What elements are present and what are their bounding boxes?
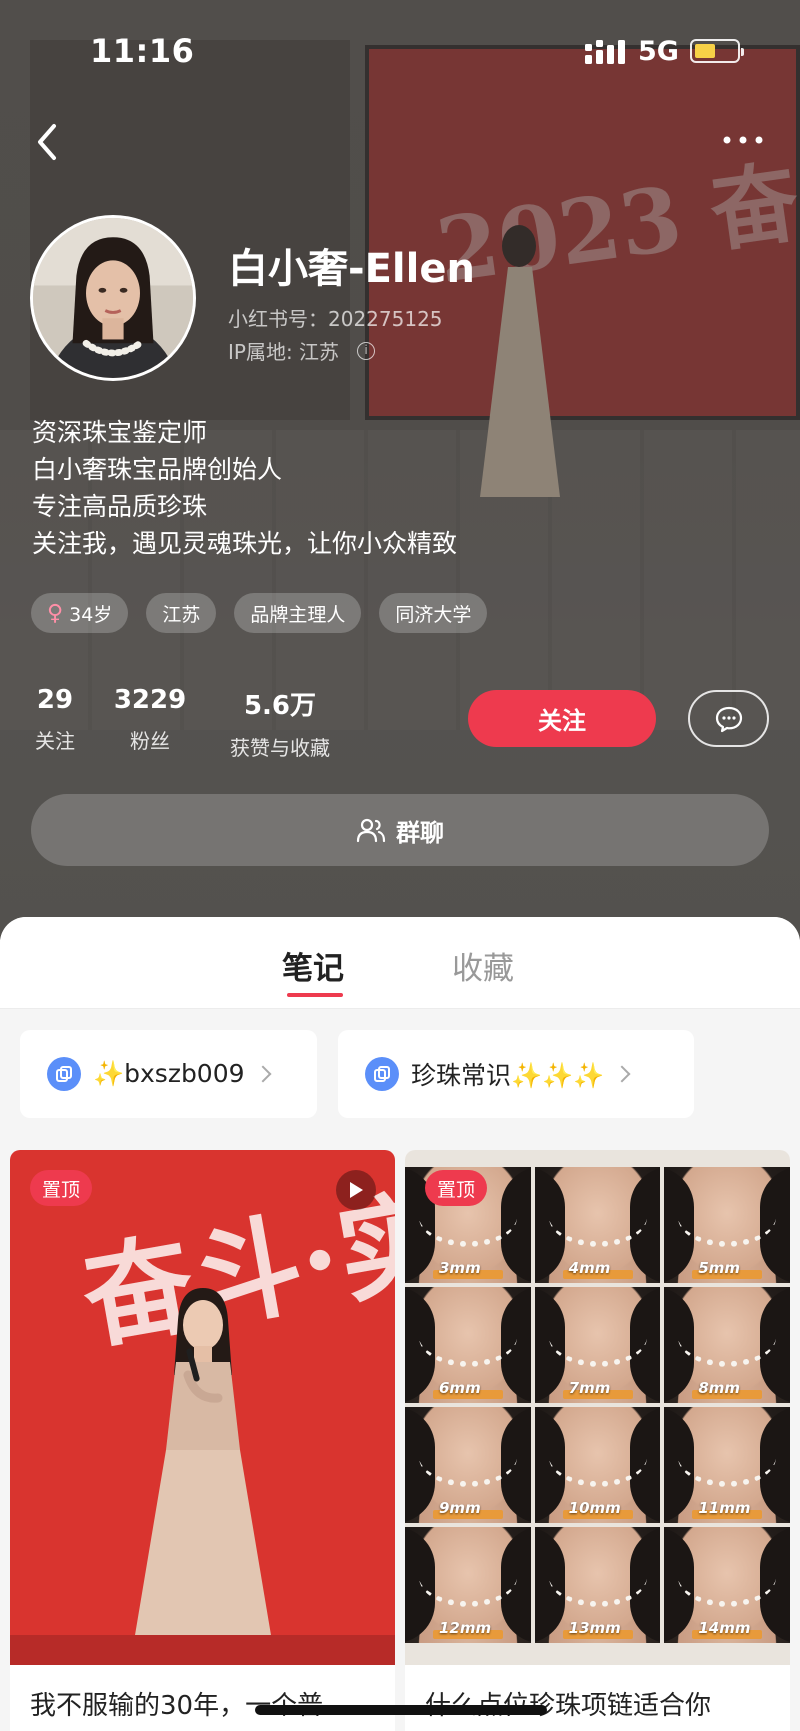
pearl-size-label: 10mm <box>568 1499 621 1517</box>
tab-notes[interactable]: 笔记 <box>282 943 344 988</box>
tab-collections[interactable]: 收藏 <box>452 943 514 988</box>
pearl-cell: 9mm <box>405 1407 531 1523</box>
pearl-cell: 5mm <box>664 1167 790 1283</box>
collection-label: ✨bxszb009 <box>93 1059 245 1088</box>
pearl-cell: 10mm <box>534 1407 661 1523</box>
note-card[interactable]: 3mm 4mm 5mm 6mm 7mm 8mm 9mm 10mm 11mm 12… <box>405 1150 790 1731</box>
back-arrow-icon[interactable] <box>28 118 68 166</box>
pearl-size-label: 8mm <box>698 1379 741 1397</box>
collection-icon <box>365 1057 399 1091</box>
home-indicator[interactable] <box>255 1705 547 1715</box>
profile-header: 2023 奋斗 11:16 5G 白小奢-Ellen 小红书号：20227512… <box>0 0 800 940</box>
chevron-right-icon <box>613 1065 631 1083</box>
tag-label: 品牌主理人 <box>250 603 346 626</box>
bio-line: 专注高品质珍珠 <box>32 492 208 521</box>
collection-item[interactable]: 珍珠常识✨✨✨ <box>338 1030 694 1118</box>
pinned-badge: 置顶 <box>425 1170 488 1206</box>
pearl-cell: 6mm <box>405 1287 531 1403</box>
collection-item[interactable]: ✨bxszb009 <box>20 1030 317 1118</box>
pearl-size-label: 12mm <box>439 1619 492 1637</box>
tag-label: 同济大学 <box>395 603 472 626</box>
status-bar: 11:16 5G <box>0 0 800 100</box>
pearl-size-label: 11mm <box>698 1499 751 1517</box>
pearl-size-label: 5mm <box>698 1259 741 1277</box>
bio-line: 关注我，遇见灵魂珠光，让你小众精致 <box>32 529 458 558</box>
signal-icon <box>585 40 625 64</box>
pearl-size-label: 14mm <box>698 1619 751 1637</box>
pearl-size-label: 6mm <box>439 1379 481 1397</box>
pearl-cell: 11mm <box>664 1407 790 1523</box>
stat-likes[interactable]: 5.6万 获赞与收藏 <box>222 685 338 761</box>
network-type: 5G <box>638 36 679 67</box>
collection-label: 珍珠常识✨✨✨ <box>411 1061 605 1090</box>
message-button[interactable] <box>688 690 769 747</box>
note-cover-image: 奋斗·实 <box>10 1150 395 1665</box>
info-icon[interactable]: i <box>357 341 376 360</box>
status-time: 11:16 <box>90 32 195 70</box>
avatar[interactable] <box>30 215 196 381</box>
tag-school: 同济大学 <box>379 593 488 633</box>
stat-followers[interactable]: 3229 粉丝 <box>108 685 192 761</box>
tab-bar: 笔记 收藏 <box>0 917 800 1009</box>
stat-label: 关注 <box>35 729 75 753</box>
profile-stats: 29 关注 3229 粉丝 5.6万 获赞与收藏 <box>30 685 338 761</box>
stat-following[interactable]: 29 关注 <box>30 685 80 761</box>
stat-label: 获赞与收藏 <box>230 736 330 760</box>
content-sheet: 笔记 收藏 ✨bxszb009 珍珠常识✨✨✨ 奋斗·实 置顶 我不服输的30年… <box>0 917 800 1731</box>
bio: 资深珠宝鉴定师 白小奢珠宝品牌创始人 专注高品质珍珠 关注我，遇见灵魂珠光，让你… <box>32 414 457 562</box>
speaker-photo <box>130 1288 276 1665</box>
note-title: 我不服输的30年，一个普 <box>30 1691 324 1721</box>
ip-location-text: IP属地: 江苏 <box>228 340 340 364</box>
pearl-cell: 12mm <box>405 1527 531 1643</box>
tag-age: ♀ 34岁 <box>31 593 129 633</box>
tag-label: 34岁 <box>69 603 113 626</box>
pearl-size-label: 3mm <box>439 1259 481 1277</box>
tag-location: 江苏 <box>146 593 217 633</box>
more-icon[interactable] <box>720 125 766 155</box>
pearl-cell: 8mm <box>664 1287 790 1403</box>
stat-value: 5.6万 <box>243 691 317 721</box>
bio-line: 资深珠宝鉴定师 <box>32 418 208 447</box>
pearl-cell: 13mm <box>534 1527 661 1643</box>
chevron-right-icon <box>254 1065 272 1083</box>
group-icon <box>356 818 386 843</box>
stat-value: 3229 <box>113 685 187 715</box>
pearl-cell: 4mm <box>534 1167 661 1283</box>
stat-value: 29 <box>36 685 74 715</box>
avatar-photo <box>33 218 193 378</box>
tab-indicator <box>287 993 343 997</box>
pearl-size-label: 13mm <box>568 1619 621 1637</box>
video-play-icon <box>336 1170 376 1210</box>
pearl-size-grid: 3mm 4mm 5mm 6mm 7mm 8mm 9mm 10mm 11mm 12… <box>405 1167 790 1643</box>
note-card[interactable]: 奋斗·实 置顶 我不服输的30年，一个普 <box>10 1150 395 1731</box>
note-title: 什么点位珍珠项链适合你 <box>425 1691 712 1721</box>
follow-button[interactable]: 关注 <box>468 690 656 747</box>
red-id: 小红书号：202275125 <box>228 307 443 331</box>
profile-name: 白小奢-Ellen <box>228 246 475 292</box>
profile-tags: ♀ 34岁 江苏 品牌主理人 同济大学 <box>31 593 488 633</box>
pearl-size-label: 9mm <box>439 1499 481 1517</box>
chat-bubble-icon <box>715 706 742 732</box>
collection-icon <box>47 1057 81 1091</box>
pinned-badge: 置顶 <box>30 1170 93 1206</box>
pearl-cell: 14mm <box>664 1527 790 1643</box>
ip-location: IP属地: 江苏 i <box>228 336 376 365</box>
stat-label: 粉丝 <box>130 729 170 753</box>
tag-label: 江苏 <box>162 603 201 626</box>
pearl-size-label: 7mm <box>568 1379 611 1397</box>
female-icon: ♀ <box>47 600 64 626</box>
pearl-cell: 7mm <box>534 1287 661 1403</box>
group-chat-label: 群聊 <box>396 818 444 847</box>
note-cover-image: 3mm 4mm 5mm 6mm 7mm 8mm 9mm 10mm 11mm 12… <box>405 1150 790 1665</box>
tag-role: 品牌主理人 <box>234 593 362 633</box>
pearl-size-label: 4mm <box>568 1259 611 1277</box>
battery-icon <box>690 39 744 63</box>
bio-line: 白小奢珠宝品牌创始人 <box>32 455 283 484</box>
group-chat-button[interactable]: 群聊 <box>31 794 769 866</box>
